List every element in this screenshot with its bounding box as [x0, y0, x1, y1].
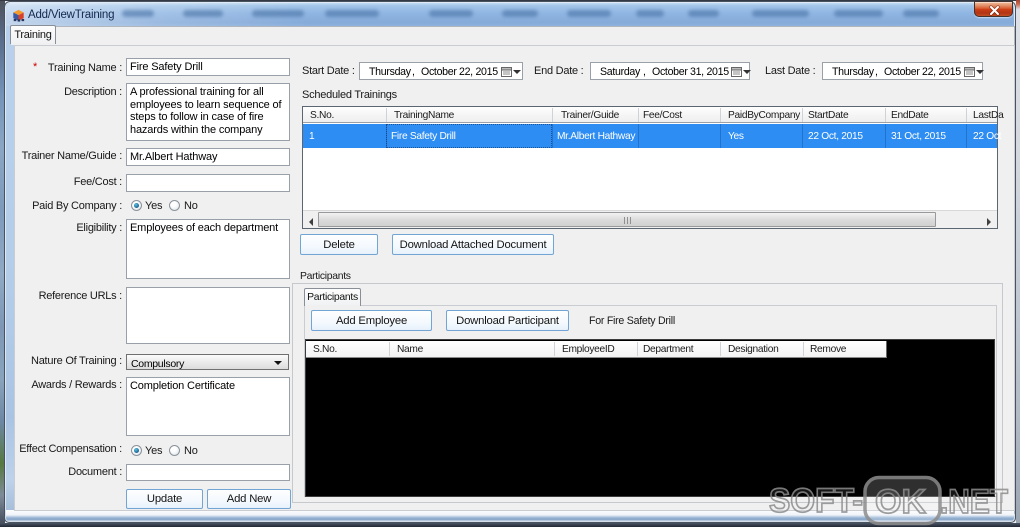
svg-text:OK: OK	[875, 483, 926, 521]
svg-text:.NET: .NET	[940, 483, 1008, 521]
svg-text:SOFT-: SOFT-	[769, 482, 863, 520]
